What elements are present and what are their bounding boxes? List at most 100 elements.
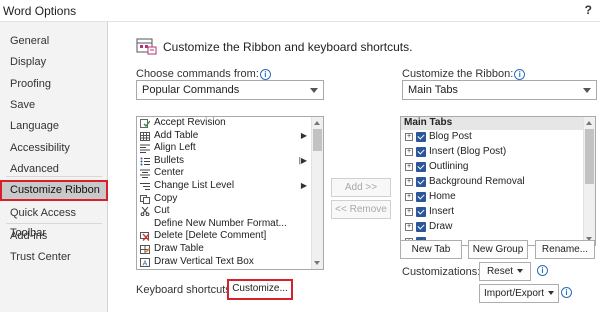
checkbox-checked-icon[interactable] [416,161,426,172]
scroll-thumb[interactable] [585,129,594,184]
sidebar-item-trust-center[interactable]: Trust Center [0,247,108,267]
svg-text:A: A [143,260,148,267]
info-icon[interactable]: i [514,69,526,80]
checkbox-checked-icon[interactable] [416,176,426,187]
expand-icon[interactable]: + [405,132,413,141]
sidebar-item-display[interactable]: Display [0,52,108,72]
ribbon-tabs-tree[interactable]: Main Tabs + Blog Post + Insert (Blog Pos… [400,116,596,246]
title-bar: Word Options ? [0,0,600,22]
list-item-label: Align Left [154,142,196,154]
ribbon-customize-icon [136,38,157,55]
checkbox-checked-icon[interactable] [416,191,426,202]
sidebar-divider [6,176,102,177]
checkbox-checked-icon[interactable] [416,146,426,157]
list-item[interactable]: Align Left [137,142,323,155]
chevron-down-icon [583,88,591,93]
choose-commands-text: Choose commands from: [136,68,259,80]
sidebar-item-proofing[interactable]: Proofing [0,74,108,94]
tree-item-label: Draw [429,220,453,232]
tree-item[interactable]: + Draw [401,220,595,234]
info-icon[interactable]: i [259,69,271,80]
expand-icon[interactable]: + [405,207,413,216]
customize-keyboard-button[interactable]: Customize... [227,279,293,300]
tree-item[interactable]: + Home [401,190,595,204]
checkbox-checked-icon[interactable] [416,221,426,232]
info-icon[interactable]: i [561,287,572,298]
sidebar-item-general[interactable]: General [0,31,108,51]
tree-item-label: Insert (Blog Post) [429,145,507,157]
commands-list[interactable]: Accept Revision Add Table ▶ Align Left B… [136,116,324,270]
choose-commands-value: Popular Commands [142,84,240,96]
commands-scrollbar[interactable] [311,117,323,269]
scroll-up-icon[interactable] [312,117,323,128]
scroll-down-icon[interactable] [312,258,323,269]
text-box-icon: A [140,257,150,267]
list-item[interactable]: Draw Table [137,243,323,256]
choose-commands-dropdown[interactable]: Popular Commands [136,80,324,100]
tabs-scrollbar[interactable] [583,117,595,245]
tree-item[interactable]: + Insert [401,205,595,219]
list-item[interactable]: Change List Level ▶ [137,180,323,193]
sidebar-item-accessibility[interactable]: Accessibility [0,138,108,158]
tree-item[interactable]: + Outlining [401,160,595,174]
reset-button[interactable]: Reset [479,262,531,281]
sidebar-item-customize-ribbon[interactable]: Customize Ribbon [0,180,108,201]
draw-table-icon [140,245,150,254]
sidebar-item-add-ins[interactable]: Add-ins [0,226,108,246]
scroll-thumb[interactable] [313,129,322,151]
submenu-arrow-icon: |▶ [298,155,307,165]
expand-icon[interactable]: + [405,147,413,156]
list-item[interactable]: Accept Revision [137,117,323,130]
list-item-label: Define New Number Format... [154,217,287,229]
help-button[interactable]: ? [585,3,592,17]
table-icon [140,131,150,141]
checkbox-checked-icon[interactable] [416,131,426,142]
list-item-label: Change List Level [154,180,235,191]
list-item-label: Cut [154,205,170,217]
sidebar-item-language[interactable]: Language [0,116,108,136]
list-item[interactable]: Add Table ▶ [137,130,323,143]
customize-ribbon-text: Customize the Ribbon: [402,68,514,80]
customize-ribbon-dropdown[interactable]: Main Tabs [402,80,597,100]
list-item-label: Copy [154,192,178,204]
tree-item[interactable]: + Background Removal [401,175,595,189]
list-item[interactable]: Cut [137,205,323,218]
import-export-button[interactable]: Import/Export [479,284,559,303]
tree-item-label: Insert [429,205,455,217]
main-panel: Customize the Ribbon and keyboard shortc… [109,22,600,312]
list-item[interactable]: Copy [137,193,323,206]
tree-item[interactable]: + Blog Post [401,130,595,144]
tree-item-label: Background Removal [429,175,525,187]
list-item[interactable]: A Draw Vertical Text Box [137,256,323,269]
align-left-icon [140,144,150,154]
reset-label: Reset [486,266,514,277]
remove-button[interactable]: << Remove [331,200,391,219]
info-icon[interactable]: i [537,265,548,276]
list-item[interactable]: Define New Number Format... [137,218,323,231]
tree-item[interactable]: + Insert (Blog Post) [401,145,595,159]
expand-icon[interactable]: + [405,162,413,171]
customize-ribbon-value: Main Tabs [408,84,458,96]
list-item[interactable]: Bullets |▶ [137,155,323,168]
sidebar-item-save[interactable]: Save [0,95,108,115]
window-title: Word Options [3,4,77,18]
expand-icon[interactable]: + [405,222,413,231]
new-tab-button[interactable]: New Tab [400,240,462,259]
list-item-label: Bullets [154,154,185,166]
list-item-label: Add Table [154,129,199,141]
bullets-icon [140,157,150,166]
accept-revision-icon [140,119,150,128]
new-group-button[interactable]: New Group [468,240,528,259]
scroll-up-icon[interactable] [584,117,595,128]
checkbox-checked-icon[interactable] [416,206,426,217]
tree-header: Main Tabs [401,117,595,130]
list-item[interactable]: Delete [Delete Comment] [137,230,323,243]
add-button[interactable]: Add >> [331,178,391,197]
sidebar-item-quick-access-toolbar[interactable]: Quick Access Toolbar [0,203,108,239]
expand-icon[interactable]: + [405,192,413,201]
tree-item-label: Outlining [429,160,469,172]
import-export-label: Import/Export [483,288,545,299]
expand-icon[interactable]: + [405,177,413,186]
list-item[interactable]: Center [137,167,323,180]
rename-button[interactable]: Rename... [535,240,595,259]
